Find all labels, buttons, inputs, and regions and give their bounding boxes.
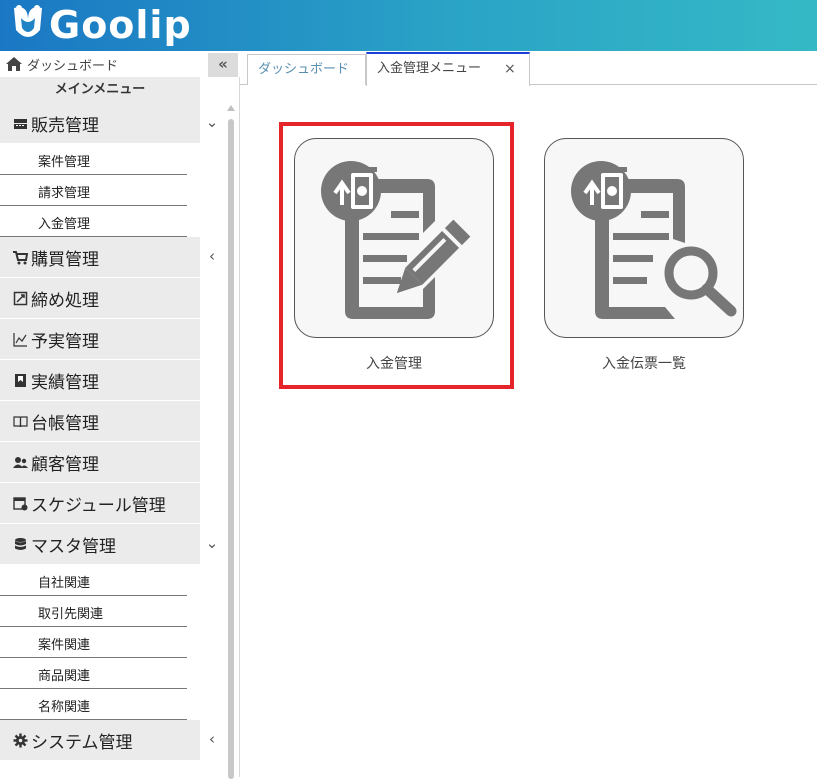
chevron-left-icon[interactable]: ‹	[205, 247, 219, 265]
menu-item-label: 案件管理	[38, 155, 91, 170]
database-icon	[15, 538, 26, 550]
menu-item-case-related[interactable]: 案件関連	[0, 627, 187, 658]
tab-label: ダッシュボード	[258, 62, 350, 77]
menu-category-label: 締め処理	[31, 291, 99, 311]
menu-category-label: 予実管理	[31, 332, 99, 352]
menu-category-label: 実績管理	[31, 373, 99, 393]
users-icon	[13, 457, 28, 468]
menu-item-product[interactable]: 商品関連	[0, 658, 187, 689]
chevron-left-icon[interactable]: ‹	[205, 730, 219, 748]
menu-item-partner[interactable]: 取引先関連	[0, 596, 187, 627]
menu-category-label: 購買管理	[31, 250, 99, 270]
menu-category-sales[interactable]: 販売管理 ⌄	[0, 103, 218, 144]
menu-category-label: マスタ管理	[31, 537, 116, 557]
menu-item-billing[interactable]: 請求管理	[0, 175, 187, 206]
menu-category-ledger[interactable]: 台帳管理	[0, 401, 200, 442]
menu-category-closing[interactable]: 締め処理	[0, 278, 200, 319]
menu-category-results[interactable]: 実績管理	[0, 360, 200, 401]
highlight-box	[279, 122, 514, 389]
line-chart-icon	[13, 333, 27, 347]
menu-item-label: 商品関連	[38, 669, 91, 684]
menu-category-label: 顧客管理	[31, 455, 99, 475]
menu-category-purchase[interactable]: 購買管理 ‹	[0, 237, 215, 278]
sidebar-dashboard-label: ダッシュボード	[27, 59, 119, 74]
menu-category-label: システム管理	[31, 733, 133, 753]
book-icon	[13, 416, 28, 428]
chevron-down-icon[interactable]: ⌄	[205, 113, 219, 131]
checkbox-icon	[13, 291, 28, 306]
sidebar-collapse-button[interactable]: «	[208, 53, 238, 77]
register-icon	[14, 119, 27, 129]
menu-item-label: 請求管理	[38, 186, 91, 201]
chevron-down-icon[interactable]: ⌄	[205, 534, 219, 552]
payment-slip-list-tile-label: 入金伝票一覧	[602, 356, 686, 372]
menu-item-label: 自社関連	[38, 576, 91, 591]
menu-item-label: 案件関連	[38, 638, 91, 653]
bookmark-icon	[15, 374, 26, 387]
cart-icon	[13, 251, 28, 265]
menu-item-case[interactable]: 案件管理	[0, 144, 187, 175]
scrollbar-thumb[interactable]	[228, 119, 234, 779]
menu-item-label: 取引先関連	[38, 607, 104, 622]
app-header: Goolip	[0, 0, 817, 51]
menu-category-schedule[interactable]: スケジュール管理	[0, 483, 200, 524]
app-logo-text: Goolip	[49, 3, 192, 47]
payment-search-icon	[571, 161, 737, 319]
menu-item-naming[interactable]: 名称関連	[0, 689, 187, 720]
menu-category-forecast[interactable]: 予実管理	[0, 319, 200, 360]
menu-category-customers[interactable]: 顧客管理	[0, 442, 200, 483]
tab-label: 入金管理メニュー	[377, 61, 482, 76]
menu-category-label: 販売管理	[31, 116, 99, 136]
menu-item-label: 名称関連	[38, 700, 91, 715]
menu-category-label: 台帳管理	[31, 414, 99, 434]
tulip-logo-icon	[14, 5, 42, 37]
home-icon	[6, 57, 22, 71]
tab-dashboard[interactable]: ダッシュボード	[247, 54, 366, 85]
payment-slip-list-tile[interactable]	[544, 138, 744, 338]
gear-icon	[13, 733, 28, 748]
tab-payment-menu[interactable]: 入金管理メニュー ×	[366, 52, 530, 86]
main-menu-title: メインメニュー	[0, 77, 200, 103]
sidebar-dashboard-link[interactable]: ダッシュボード	[0, 51, 240, 77]
menu-category-label: スケジュール管理	[31, 496, 166, 516]
menu-category-system[interactable]: システム管理 ‹	[0, 720, 215, 761]
close-icon[interactable]: ×	[504, 54, 516, 84]
menu-category-master[interactable]: マスタ管理 ⌄	[0, 524, 218, 565]
menu-item-company[interactable]: 自社関連	[0, 565, 187, 596]
menu-item-payment[interactable]: 入金管理	[0, 206, 187, 237]
calendar-icon	[13, 497, 28, 511]
menu-item-label: 入金管理	[38, 217, 91, 232]
tab-bar: ダッシュボード 入金管理メニュー ×	[240, 51, 817, 86]
sidebar: ダッシュボード « メインメニュー 販売管理 ⌄ 案件管理 請求管理 入金管理 …	[0, 51, 240, 779]
scroll-up-arrow-icon[interactable]	[227, 105, 235, 111]
sidebar-scrollbar[interactable]	[227, 103, 235, 779]
main-menu: 販売管理 ⌄ 案件管理 請求管理 入金管理 購買管理 ‹ 締め処理 予実管理 実…	[0, 103, 226, 761]
